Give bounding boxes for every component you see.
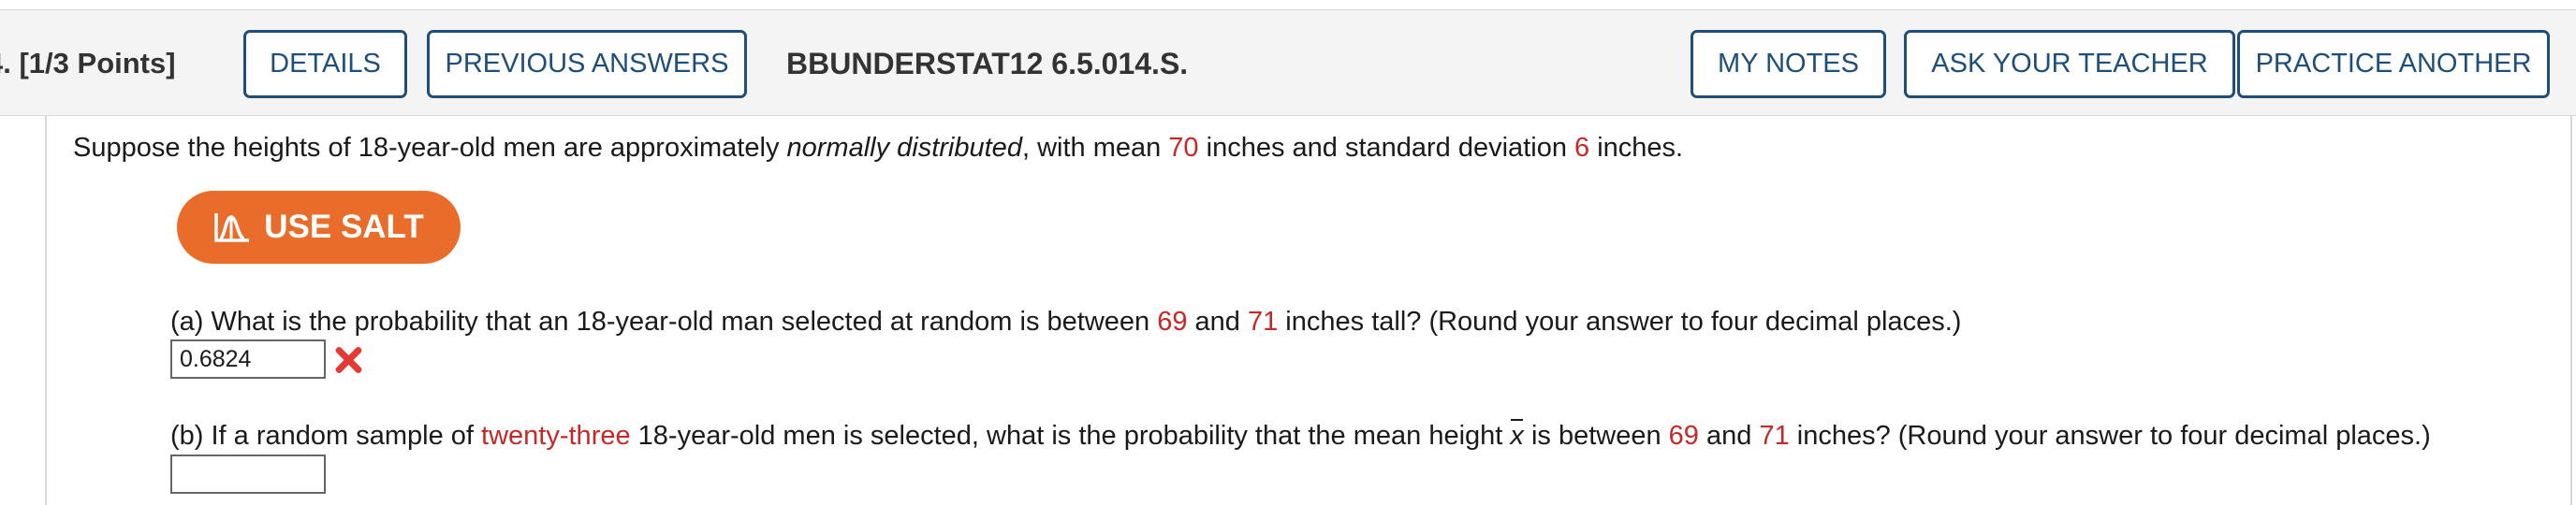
part-b-text: and (1698, 421, 1760, 451)
ask-your-teacher-label: ASK YOUR TEACHER (1931, 49, 2208, 79)
bell-curve-icon (214, 213, 250, 242)
mean-value: 70 (1168, 133, 1199, 163)
problem-text: inches. (1589, 133, 1684, 163)
x-bar-symbol: x (1510, 419, 1524, 451)
my-notes-label: MY NOTES (1718, 49, 1859, 79)
question-code: BBUNDERSTAT12 6.5.014.S. (786, 47, 1189, 80)
incorrect-x-icon (334, 345, 363, 375)
part-a-text: (a) What is the probability that an 18-y… (170, 307, 1158, 337)
part-b-text: (b) If a random sample of (170, 421, 482, 451)
part-b-high: 71 (1759, 421, 1790, 451)
part-b-text: 18-year-old men is selected, what is the… (630, 421, 1511, 451)
practice-another-label: PRACTICE ANOTHER (2255, 49, 2532, 79)
part-b-low: 69 (1668, 421, 1699, 451)
question-number: 4. (0, 47, 11, 79)
problem-text: Suppose the heights of 18-year-old men a… (73, 133, 787, 163)
part-b-text: is between (1523, 421, 1669, 451)
points-label: [1/3 Points] (19, 47, 176, 79)
part-a-question: (a) What is the probability that an 18-y… (170, 307, 1961, 338)
practice-another-button[interactable]: PRACTICE ANOTHER (2237, 30, 2550, 98)
part-b-question: (b) If a random sample of twenty-three 1… (170, 419, 2431, 452)
my-notes-button[interactable]: MY NOTES (1690, 30, 1886, 98)
part-a-low: 69 (1157, 307, 1188, 337)
sample-size: twenty-three (481, 421, 631, 451)
part-a-text: inches tall? (Round your answer to four … (1278, 307, 1962, 337)
details-button[interactable]: DETAILS (243, 30, 407, 98)
part-b-answer-input[interactable] (170, 454, 326, 494)
question-number-points: 4. [1/3 Points] (0, 10, 176, 117)
ask-your-teacher-button[interactable]: ASK YOUR TEACHER (1904, 30, 2235, 98)
problem-text: inches and standard deviation (1198, 133, 1575, 163)
problem-text: , with mean (1021, 133, 1169, 163)
question-header: 4. [1/3 Points] DETAILS PREVIOUS ANSWERS… (0, 9, 2576, 116)
previous-answers-button[interactable]: PREVIOUS ANSWERS (427, 30, 747, 98)
part-a-answer-input[interactable] (170, 339, 326, 379)
part-a-high: 71 (1247, 307, 1279, 337)
use-salt-button[interactable]: USE SALT (177, 191, 461, 264)
problem-statement: Suppose the heights of 18-year-old men a… (73, 133, 1683, 164)
part-a-text: and (1187, 307, 1248, 337)
part-b-text: inches? (Round your answer to four decim… (1789, 421, 2431, 451)
sd-value: 6 (1574, 133, 1590, 163)
details-label: DETAILS (270, 49, 381, 79)
previous-answers-label: PREVIOUS ANSWERS (445, 49, 729, 79)
use-salt-label: USE SALT (264, 209, 424, 245)
problem-text-italic: normally distributed (786, 133, 1022, 163)
